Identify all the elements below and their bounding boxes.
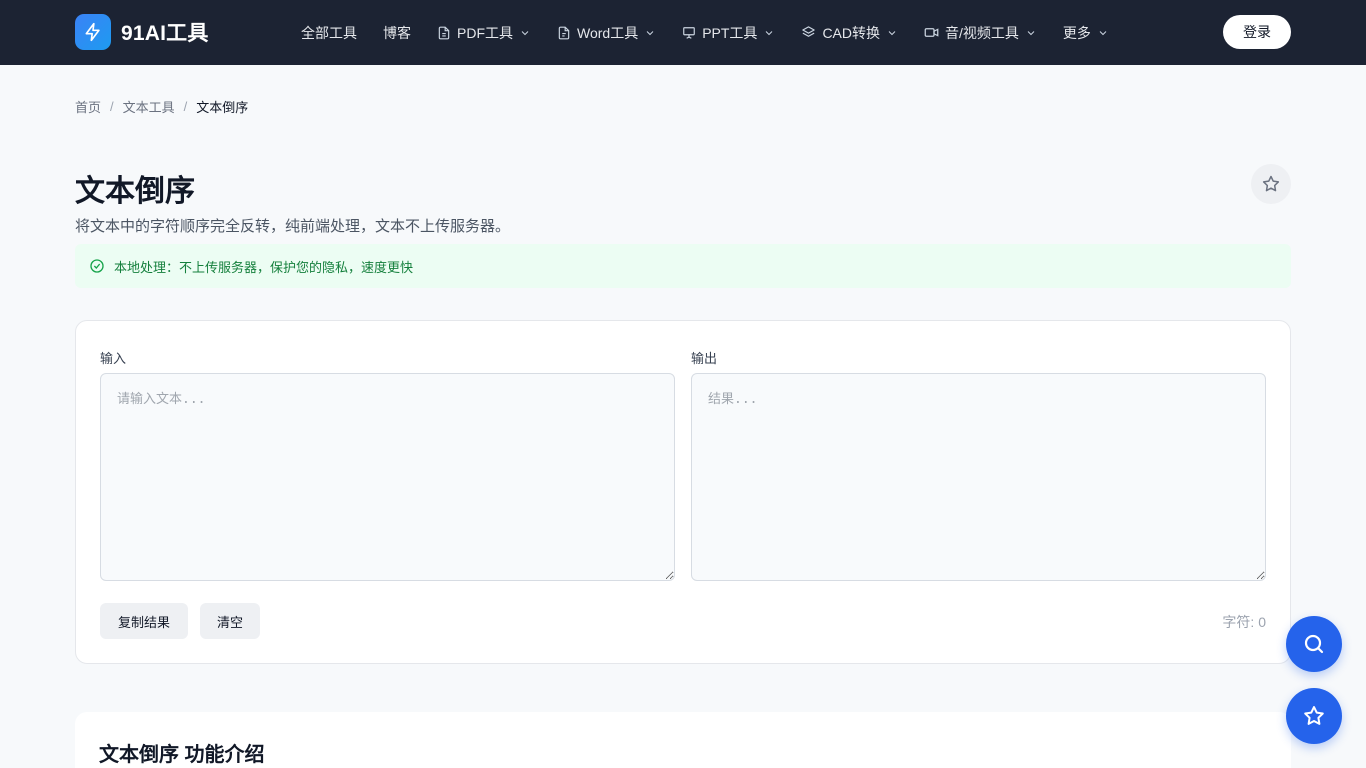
nav-label: 更多 <box>1062 24 1091 41</box>
star-icon <box>1262 175 1280 192</box>
nav-blog[interactable]: 博客 <box>383 23 411 43</box>
nav-cad-convert[interactable]: CAD转换 <box>801 23 898 43</box>
favorites-fab[interactable] <box>1286 688 1342 744</box>
search-fab[interactable] <box>1286 616 1342 672</box>
favorite-button[interactable] <box>1251 164 1291 204</box>
chevron-down-icon <box>1025 27 1037 39</box>
star-icon <box>1304 706 1324 725</box>
page-title: 文本倒序 <box>75 175 195 208</box>
nav-all-tools[interactable]: 全部工具 <box>301 23 357 43</box>
chevron-down-icon <box>644 27 656 39</box>
breadcrumb-text-tools[interactable]: 文本工具 <box>123 97 175 116</box>
tool-card: 输入 输出 复制结果 清空 字符: 0 <box>75 320 1291 664</box>
presentation-icon <box>682 26 696 40</box>
logo-text: 91AI工具 <box>121 22 209 45</box>
breadcrumb-separator: / <box>110 99 114 114</box>
nav-label: 博客 <box>383 24 411 41</box>
check-circle-icon <box>89 258 105 274</box>
chevron-down-icon <box>886 27 898 39</box>
file-icon <box>437 26 451 40</box>
chevron-down-icon <box>1097 27 1109 39</box>
nav-label: PPT工具 <box>702 24 758 41</box>
output-label: 输出 <box>691 351 718 366</box>
breadcrumb-current: 文本倒序 <box>196 100 249 115</box>
output-textarea[interactable] <box>691 373 1266 581</box>
nav-label: 全部工具 <box>301 24 357 41</box>
top-header: 91AI工具 全部工具 博客 PDF工具 Word工具 PPT工具 CAD转换 … <box>0 0 1366 65</box>
chevron-down-icon <box>519 27 531 39</box>
login-button[interactable]: 登录 <box>1223 15 1291 49</box>
nav-label: Word工具 <box>577 24 639 41</box>
input-textarea[interactable] <box>100 373 675 581</box>
main-nav: 全部工具 博客 PDF工具 Word工具 PPT工具 CAD转换 音/视频工具 … <box>301 0 1135 65</box>
breadcrumb: 首页 / 文本工具 / 文本倒序 <box>75 97 248 116</box>
lightning-icon <box>75 14 111 50</box>
clear-button[interactable]: 清空 <box>200 603 260 639</box>
privacy-notice: 本地处理：不上传服务器，保护您的隐私，速度更快 <box>75 244 1291 288</box>
copy-result-button[interactable]: 复制结果 <box>100 603 188 639</box>
chevron-down-icon <box>763 27 775 39</box>
breadcrumb-home[interactable]: 首页 <box>75 97 101 116</box>
nav-av-tools[interactable]: 音/视频工具 <box>924 23 1037 43</box>
logo[interactable]: 91AI工具 <box>75 14 209 50</box>
nav-label: 音/视频工具 <box>945 24 1019 41</box>
video-icon <box>924 25 939 40</box>
nav-word-tools[interactable]: Word工具 <box>557 23 656 43</box>
search-icon <box>1304 634 1324 654</box>
nav-label: PDF工具 <box>457 24 513 41</box>
intro-card: 文本倒序 功能介绍 <box>75 712 1291 768</box>
nav-pdf-tools[interactable]: PDF工具 <box>437 23 531 43</box>
layers-icon <box>801 25 816 40</box>
file-text-icon <box>557 26 571 40</box>
page-description: 将文本中的字符顺序完全反转，纯前端处理，文本不上传服务器。 <box>75 218 511 235</box>
char-count: 字符: 0 <box>1222 614 1266 630</box>
input-label: 输入 <box>100 351 127 366</box>
nav-label: CAD转换 <box>822 24 880 41</box>
breadcrumb-separator: / <box>183 99 188 114</box>
nav-more[interactable]: 更多 <box>1063 23 1109 43</box>
intro-title: 文本倒序 功能介绍 <box>99 744 265 766</box>
notice-text: 本地处理：不上传服务器，保护您的隐私，速度更快 <box>114 259 414 275</box>
nav-ppt-tools[interactable]: PPT工具 <box>682 23 775 43</box>
